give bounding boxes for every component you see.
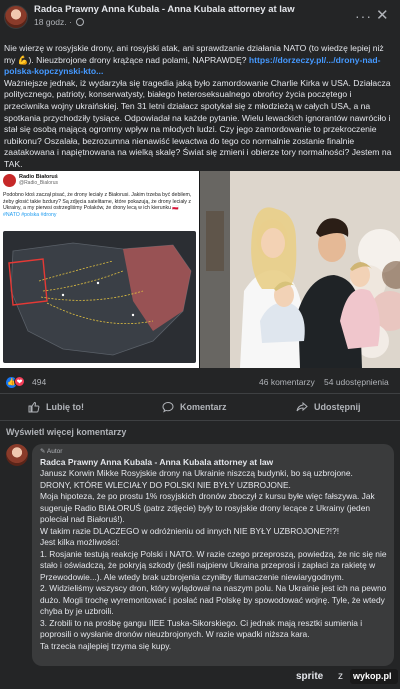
reaction-count[interactable]: 494 <box>32 377 46 387</box>
tweet-screenshot-image[interactable]: Radio Białoruś @Radio_Bialorus Podobno k… <box>0 171 199 368</box>
post-header: Radca Prawny Anna Kubala - Anna Kubala a… <box>0 0 400 36</box>
drone-route-map <box>3 231 196 363</box>
reaction-icons[interactable]: 👍❤ <box>6 376 25 388</box>
tweet-header: Radio Białoruś @Radio_Bialorus <box>3 174 196 190</box>
comment-author-avatar[interactable] <box>6 444 28 466</box>
family-photo[interactable] <box>200 171 400 368</box>
post-author-name[interactable]: Radca Prawny Anna Kubala - Anna Kubala a… <box>34 4 295 15</box>
comment-button[interactable]: Komentarz <box>162 394 227 420</box>
post-actions: Lubię to! Komentarz Udostępnij <box>0 393 400 421</box>
watermark-sprite: sprite <box>296 671 324 682</box>
comment-bubble: ✎ Autor Radca Prawny Anna Kubala - Anna … <box>32 444 394 666</box>
tweet-text: Podobno ktoś zaczął pisać, że drony leci… <box>3 192 192 218</box>
post-media[interactable]: Radio Białoruś @Radio_Bialorus Podobno k… <box>0 171 400 368</box>
post-text: Nie wierzę w rosyjskie drony, ani rosyjs… <box>4 43 396 171</box>
comment-bubble-icon <box>162 401 174 413</box>
view-more-comments-link[interactable]: Wyświetl więcej komentarzy <box>6 427 126 437</box>
comment-line: 1. Rosjanie testują reakcję Polski i NAT… <box>40 548 387 582</box>
pen-icon: ✎ <box>40 448 47 455</box>
comment-text: Janusz Korwin Mikke Rosyjskie drony na U… <box>40 468 390 652</box>
comment-line: 3. Zrobili to na prośbę gangu IIEE Tuska… <box>40 617 363 640</box>
comment-line: DRONY, KTÓRE WLECIAŁY DO POLSKI NIE BYŁY… <box>40 479 291 490</box>
share-arrow-icon <box>296 401 308 412</box>
comments-count[interactable]: 46 komentarzy <box>259 377 315 387</box>
photo-graphic <box>200 171 400 368</box>
post-paragraph-1: Nie wierzę w rosyjskie drony, ani rosyjs… <box>4 43 384 77</box>
comment-line: W takim razie DLACZEGO w odróżnieniu od … <box>40 525 340 536</box>
tweet-handle: @Radio_Bialorus <box>19 180 58 186</box>
comment-line: 2. Widzieliśmy wszyscy dron, który wyląd… <box>40 583 387 616</box>
author-badge: ✎ Autor <box>40 448 63 455</box>
wykop-logo: wykop.pl <box>350 669 398 684</box>
author-avatar[interactable] <box>4 5 28 29</box>
comment-author-name[interactable]: Radca Prawny Anna Kubala - Anna Kubala a… <box>40 457 273 467</box>
more-options-button[interactable]: ··· <box>355 8 372 24</box>
post-time[interactable]: 18 godz. <box>34 17 67 27</box>
tweet-avatar <box>3 174 16 187</box>
map-graphic <box>8 242 192 356</box>
globe-icon <box>76 18 85 26</box>
tweet-hashtags: #NATO #polska #drony <box>3 211 57 218</box>
love-reaction-icon: ❤ <box>14 376 25 387</box>
shares-count[interactable]: 54 udostępnienia <box>324 377 389 387</box>
close-button[interactable]: ✕ <box>376 6 389 24</box>
comment-line: Janusz Korwin Mikke Rosyjskie drony na U… <box>40 468 353 478</box>
comment-line: Jest kilka możliwości: <box>40 537 120 547</box>
post-paragraph-2: Ważniejsze jednak, iż wydarzyła się trag… <box>4 77 392 169</box>
share-button[interactable]: Udostępnij <box>296 394 361 420</box>
watermark-z: z <box>338 671 343 682</box>
comment-line: Ta trzecia najlepiej trzyma się kupy. <box>40 640 172 651</box>
post-meta: 18 godz. · <box>34 17 85 27</box>
comment-line: Moja hipoteza, że po prostu 1% rosyjskic… <box>40 491 375 524</box>
thumbs-up-icon <box>28 401 40 413</box>
like-button[interactable]: Lubię to! <box>28 394 84 420</box>
reactions-bar: 👍❤ 494 46 komentarzy 54 udostępnienia <box>0 376 400 390</box>
